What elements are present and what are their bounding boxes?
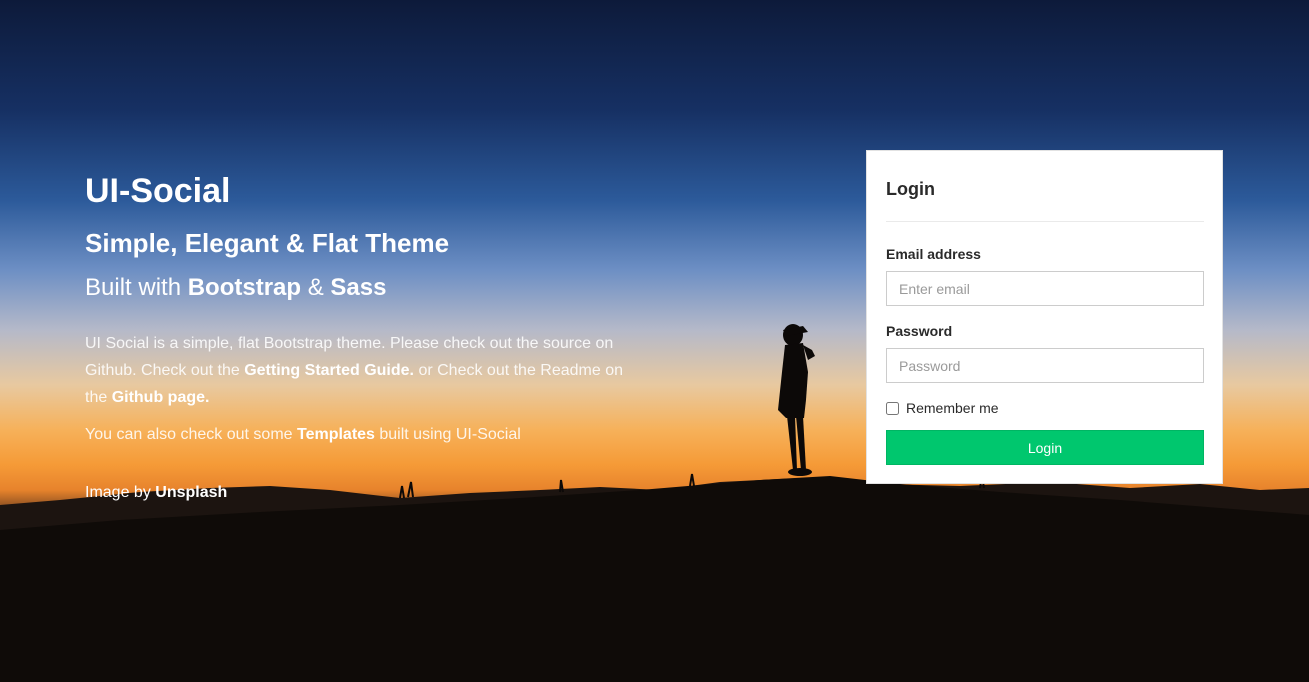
built-amp: & — [301, 274, 331, 301]
templates-suffix: built using UI-Social — [374, 426, 521, 443]
templates-prefix: You can also check out some — [85, 426, 297, 443]
remember-checkbox[interactable] — [886, 401, 899, 415]
sass-text: Sass — [330, 274, 387, 301]
credit-prefix: Image by — [85, 484, 156, 501]
login-card-title: Login — [886, 179, 935, 199]
email-label: Email address — [886, 246, 981, 262]
hero-templates-line: You can also check out some Templates bu… — [85, 424, 521, 446]
card-divider — [886, 221, 1204, 222]
password-label: Password — [886, 323, 953, 339]
getting-started-link[interactable]: Getting Started Guide. — [244, 362, 414, 379]
login-page: UI-Social Simple, Elegant & Flat Theme B… — [0, 0, 1309, 682]
hero-built-with: Built with Bootstrap & Sass — [85, 274, 386, 302]
github-page-link[interactable]: Github page. — [112, 389, 210, 406]
built-prefix: Built with — [85, 274, 188, 301]
bootstrap-text: Bootstrap — [187, 274, 302, 301]
login-card: Login Email address Password Remember me… — [866, 150, 1223, 484]
hero-description: UI Social is a simple, flat Bootstrap th… — [85, 330, 630, 411]
remember-label: Remember me — [906, 400, 999, 416]
unsplash-link[interactable]: Unsplash — [155, 484, 227, 501]
silhouette-figure — [778, 324, 815, 476]
remember-me[interactable]: Remember me — [886, 400, 999, 416]
image-credit: Image by Unsplash — [85, 484, 227, 502]
password-input[interactable] — [886, 348, 1204, 383]
email-input[interactable] — [886, 271, 1204, 306]
login-button[interactable]: Login — [886, 430, 1204, 465]
hero-title: UI-Social — [85, 172, 231, 210]
templates-link[interactable]: Templates — [297, 426, 375, 443]
hero-subtitle: Simple, Elegant & Flat Theme — [85, 228, 450, 258]
